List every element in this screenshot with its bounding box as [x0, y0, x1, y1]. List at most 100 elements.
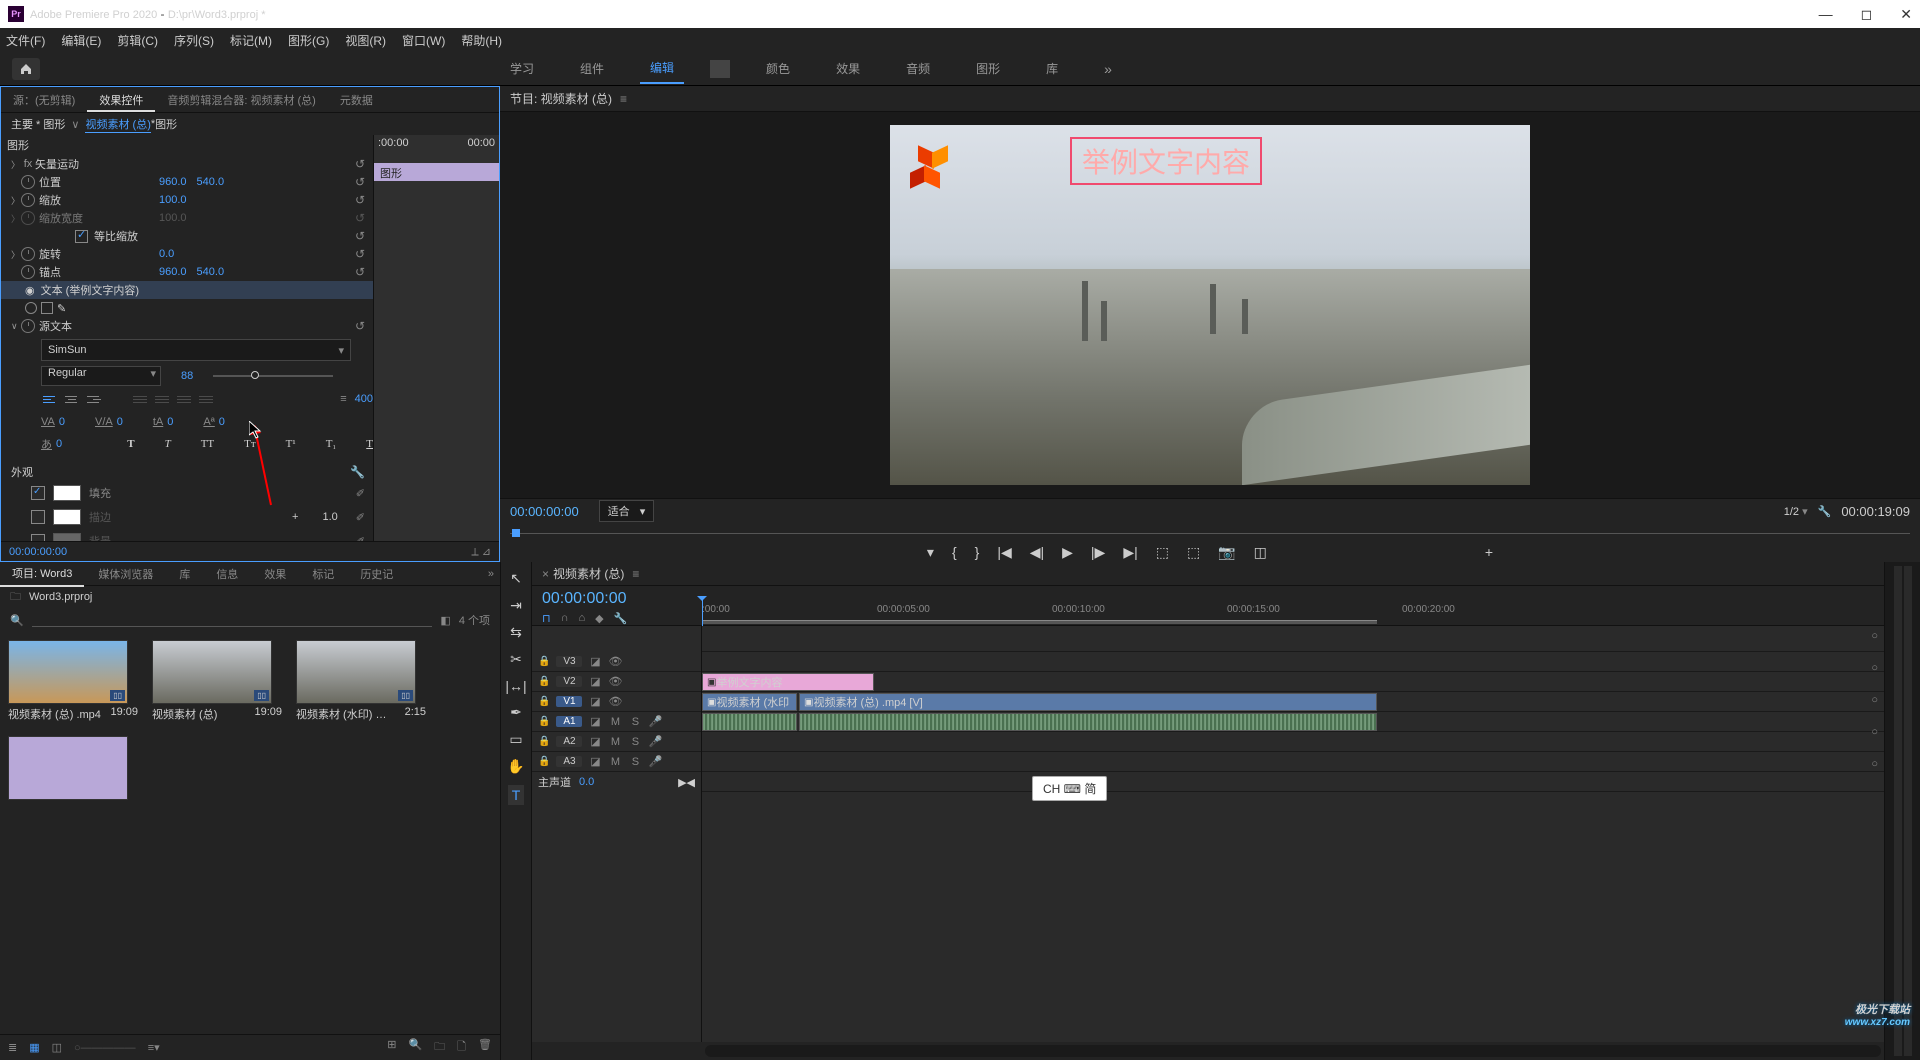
program-viewport[interactable]: 举例文字内容	[500, 112, 1920, 498]
position-x[interactable]: 960.0	[159, 176, 187, 188]
marker-snap-icon[interactable]: ⌂	[579, 612, 586, 625]
trash-icon[interactable]: 🗑	[478, 1038, 492, 1057]
program-tab[interactable]: 节目: 视频素材 (总)	[510, 90, 612, 107]
font-select[interactable]: SimSun	[41, 339, 351, 361]
stroke-checkbox[interactable]	[31, 510, 45, 524]
program-tc-in[interactable]: 00:00:00:00	[510, 504, 579, 519]
mute-icon[interactable]: M	[608, 715, 622, 729]
track-v2[interactable]: V2	[556, 676, 582, 687]
track-v3[interactable]: V3	[556, 656, 582, 667]
zoom-slider[interactable]: ○—————	[74, 1042, 136, 1054]
bold-icon[interactable]: T	[127, 438, 134, 450]
anchor-y[interactable]: 540.0	[197, 266, 225, 278]
menu-edit[interactable]: 编辑(E)	[61, 32, 101, 49]
menu-view[interactable]: 视图(R)	[345, 32, 386, 49]
bg-checkbox[interactable]	[31, 534, 45, 541]
shape-rect-icon[interactable]	[41, 302, 53, 314]
ec-clip-link[interactable]: 视频素材 (总)	[85, 116, 150, 133]
bg-swatch[interactable]	[53, 533, 81, 541]
zoom-handle-icon[interactable]: ○	[1871, 630, 1878, 642]
position-y[interactable]: 540.0	[197, 176, 225, 188]
mark-in-icon[interactable]: {	[952, 544, 957, 560]
tracking-val[interactable]: 0	[59, 416, 65, 428]
tab-menu-icon[interactable]: ≡	[632, 567, 639, 581]
reset-icon[interactable]: ↺	[355, 229, 365, 243]
font-size-slider[interactable]	[213, 375, 333, 377]
rotation-val[interactable]: 0.0	[159, 248, 174, 260]
reset-icon[interactable]: ↺	[355, 175, 365, 189]
folder-icon[interactable]: 🗀	[10, 588, 21, 607]
justify-left-icon[interactable]	[131, 390, 149, 408]
rect-tool-icon[interactable]: ▭	[509, 731, 522, 748]
timeline-tab[interactable]: 视频素材 (总)	[553, 565, 624, 582]
lock-icon[interactable]: 🔒	[538, 676, 550, 687]
justify-right-icon[interactable]	[175, 390, 193, 408]
eye-icon[interactable]: 👁	[608, 675, 622, 689]
track-a1[interactable]: A1	[556, 716, 582, 727]
wrench-icon[interactable]: 🔧	[350, 465, 365, 479]
anchor-x[interactable]: 960.0	[159, 266, 187, 278]
compare-icon[interactable]: ◫	[1254, 544, 1267, 561]
stopwatch-icon[interactable]	[21, 265, 35, 279]
ws-library[interactable]: 库	[1036, 54, 1068, 83]
stopwatch-icon[interactable]	[21, 319, 35, 333]
new-bin-icon[interactable]: 🗀	[434, 1038, 445, 1057]
lock-icon[interactable]: 🔒	[538, 656, 550, 667]
timeline-content[interactable]: ▣ 举例文字内容 ▣ 视频素材 (水印 ▣ 视频素材 (总) .mp4 [V] …	[702, 626, 1884, 1042]
justify-center-icon[interactable]	[153, 390, 171, 408]
ws-edit[interactable]: 编辑	[640, 53, 684, 84]
audio-clip[interactable]	[799, 713, 1377, 731]
ripple-tool-icon[interactable]: ⇆	[510, 624, 522, 641]
slip-tool-icon[interactable]: |↔|	[505, 678, 526, 694]
step-back-icon[interactable]: ◀|	[1030, 544, 1044, 561]
eye-icon[interactable]: ◉	[25, 284, 35, 297]
stroke-width[interactable]: 1.0	[322, 511, 337, 523]
kerning-val[interactable]: 0	[117, 416, 123, 428]
shape-circle-icon[interactable]	[25, 302, 37, 314]
maximize-button[interactable]: ◻	[1861, 6, 1873, 23]
proj-tab-markers[interactable]: 标记	[300, 562, 346, 586]
reset-icon[interactable]: ↺	[355, 247, 365, 261]
goto-out-icon[interactable]: ▶|	[1123, 544, 1137, 561]
sort-icon[interactable]: ≡▾	[148, 1041, 160, 1054]
ws-overflow[interactable]: »	[1094, 55, 1122, 83]
export-frame-icon[interactable]: 📷	[1218, 544, 1235, 561]
video-clip[interactable]: ▣ 视频素材 (总) .mp4 [V]	[799, 693, 1377, 711]
mark-out-icon[interactable]: }	[975, 544, 980, 560]
ec-tab-source[interactable]: 源：(无剪辑)	[1, 87, 87, 112]
step-fwd-icon[interactable]: |▶	[1091, 544, 1105, 561]
sequence-thumbnail[interactable]	[8, 736, 128, 800]
video-clip[interactable]: ▣ 视频素材 (水印	[702, 693, 797, 711]
indent-icon[interactable]: ≡	[340, 393, 346, 405]
auto-seq-icon[interactable]: ⊞	[387, 1038, 396, 1057]
resolution-select[interactable]: 1/2 ▾	[1784, 505, 1808, 518]
freeform-view-icon[interactable]: ◫	[52, 1041, 62, 1054]
eye-icon[interactable]: 👁	[608, 655, 622, 669]
underline-icon[interactable]: T	[366, 438, 373, 450]
type-tool-icon[interactable]: T	[508, 785, 525, 805]
toggle-output-icon[interactable]: ◪	[588, 675, 602, 689]
project-item[interactable]	[8, 736, 138, 800]
close-button[interactable]: ✕	[1900, 6, 1912, 23]
proj-tab-history[interactable]: 历史记	[348, 562, 405, 586]
ws-graphics[interactable]: 图形	[966, 54, 1010, 83]
font-size-value[interactable]: 88	[181, 370, 193, 382]
lock-icon[interactable]: 🔒	[538, 716, 550, 727]
ec-zoom-icon[interactable]: ⟂ ⊿	[471, 545, 491, 559]
eye-icon[interactable]: 👁	[608, 695, 622, 709]
ws-audio[interactable]: 音频	[896, 54, 940, 83]
text-layer-name[interactable]: 文本 (举例文字内容)	[41, 282, 139, 298]
track-a2[interactable]: A2	[556, 736, 582, 747]
reset-icon[interactable]: ↺	[355, 193, 365, 207]
settings-icon[interactable]: 🔧	[614, 612, 628, 625]
subscript-icon[interactable]: T₁	[326, 438, 337, 450]
ws-color[interactable]: 颜色	[756, 54, 800, 83]
ws-assembly[interactable]: 组件	[570, 54, 614, 83]
snap-icon[interactable]: ⊓	[542, 612, 551, 625]
menu-sequence[interactable]: 序列(S)	[174, 32, 214, 49]
align-left-icon[interactable]	[41, 390, 59, 408]
playhead-icon[interactable]	[512, 529, 520, 537]
fill-checkbox[interactable]	[31, 486, 45, 500]
voice-icon[interactable]: 🎤	[648, 715, 662, 729]
ec-tab-effect[interactable]: 效果控件	[87, 87, 155, 112]
